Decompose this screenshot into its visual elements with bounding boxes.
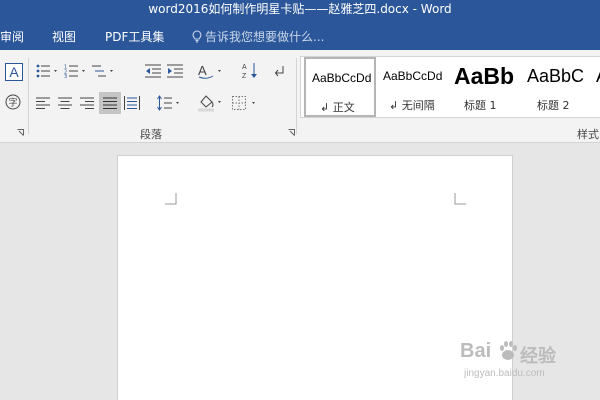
style-preview: AaBbC: [527, 66, 585, 86]
decrease-indent-icon[interactable]: [145, 64, 161, 78]
group-divider: [28, 58, 29, 134]
ribbon: A 字 1 2 3 A A Z 段落 AaBbCcDd ↲ 正文 AaBbCcD…: [0, 50, 600, 143]
show-hide-marks-icon[interactable]: [274, 64, 286, 78]
style-preview: AaBbCcDd: [383, 69, 443, 83]
styles-group-label: 样式: [577, 128, 599, 141]
group-divider: [296, 58, 297, 134]
svg-text:3: 3: [64, 74, 67, 78]
justify-button[interactable]: [99, 92, 121, 114]
sort-icon[interactable]: A Z: [242, 62, 258, 80]
align-left-icon[interactable]: [36, 97, 50, 109]
style-no-spacing[interactable]: AaBbCcDd ↲ 无间隔: [377, 57, 449, 117]
watermark-brand: Bai: [460, 340, 492, 362]
top-left-margin-mark: [165, 193, 177, 205]
font-dialog-launcher-icon[interactable]: [17, 129, 24, 136]
svg-text:A: A: [9, 64, 19, 80]
style-more-partial[interactable]: A: [593, 57, 600, 117]
svg-text:A: A: [242, 64, 247, 71]
multilevel-list-icon[interactable]: [92, 64, 116, 78]
paragraph-mark: ↲: [389, 99, 399, 112]
shading-icon[interactable]: [197, 94, 225, 112]
window-title: word2016如何制作明星卡贴——赵雅芝四.docx - Word: [148, 2, 452, 16]
style-heading-2[interactable]: AaBbC 标题 2: [523, 57, 595, 117]
watermark-product: 经验: [520, 346, 556, 367]
document-page[interactable]: [117, 155, 513, 400]
justify-icon: [103, 97, 117, 109]
lightbulb-icon: [192, 30, 202, 43]
style-label: ↲ 正文: [320, 101, 355, 114]
style-normal[interactable]: AaBbCcDd ↲ 正文: [304, 57, 376, 117]
tab-pdf-tools[interactable]: PDF工具集: [105, 28, 164, 45]
text-effects-icon[interactable]: A: [5, 63, 23, 81]
watermark-url: jingyan.baidu.com: [464, 368, 545, 379]
style-heading-1[interactable]: AaBb 标题 1: [450, 57, 522, 117]
svg-text:Z: Z: [242, 73, 247, 80]
baidu-jingyan-watermark: Bai 经验 jingyan.baidu.com: [460, 340, 590, 390]
style-label: 标题 2: [537, 99, 570, 112]
chinese-layout-icon[interactable]: A: [198, 63, 224, 79]
style-preview: AaBbCcDd: [312, 71, 372, 85]
style-label: ↲ 无间隔: [389, 99, 435, 112]
paw-icon: [500, 341, 517, 360]
paragraph-dialog-launcher-icon[interactable]: [288, 129, 295, 136]
tab-view[interactable]: 视图: [52, 28, 76, 45]
distributed-icon[interactable]: [124, 96, 140, 110]
borders-icon[interactable]: [232, 96, 260, 110]
tell-me-placeholder: 告诉我您想要做什么...: [205, 30, 325, 44]
bullets-icon[interactable]: [36, 64, 60, 78]
svg-text:字: 字: [8, 97, 17, 109]
title-bar: word2016如何制作明星卡贴——赵雅芝四.docx - Word: [0, 0, 600, 20]
svg-text:A: A: [198, 63, 207, 78]
increase-indent-icon[interactable]: [167, 64, 183, 78]
style-preview: AaBb: [454, 63, 515, 89]
line-spacing-icon[interactable]: [156, 95, 182, 111]
top-right-margin-mark: [454, 193, 466, 205]
align-center-icon[interactable]: [58, 97, 72, 109]
paragraph-group-label: 段落: [140, 128, 162, 141]
styles-gallery: AaBbCcDd ↲ 正文 AaBbCcDd ↲ 无间隔 AaBb 标题 1 A…: [300, 56, 600, 118]
align-right-icon[interactable]: [80, 97, 94, 109]
ribbon-tab-bar: 审阅 视图 PDF工具集 告诉我您想要做什么...: [0, 20, 600, 50]
paragraph-mark: ↲: [320, 101, 330, 114]
phonetic-guide-icon[interactable]: 字: [5, 94, 21, 110]
tab-review[interactable]: 审阅: [0, 28, 24, 45]
style-preview: A: [596, 66, 600, 87]
tell-me-box[interactable]: 告诉我您想要做什么...: [192, 28, 324, 45]
style-label: 标题 1: [464, 99, 497, 112]
numbering-icon[interactable]: 1 2 3: [64, 64, 88, 78]
